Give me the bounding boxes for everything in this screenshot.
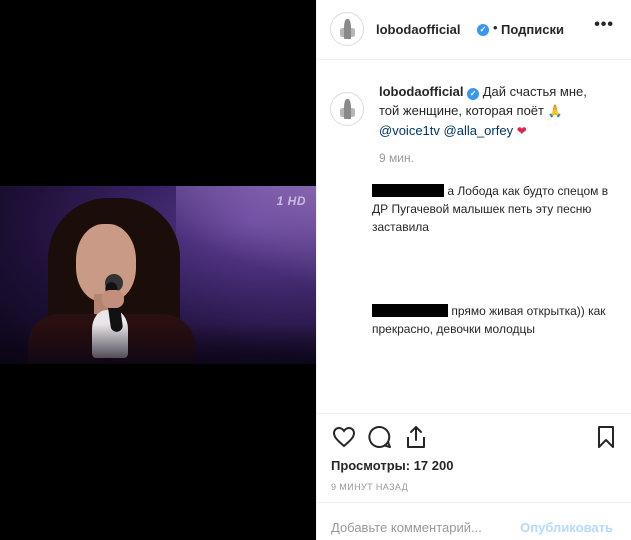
stage-floor [0, 324, 316, 364]
mention-voice1tv[interactable]: @voice1tv [379, 123, 440, 138]
comment-input[interactable]: Добавьте комментарий... [331, 520, 482, 535]
heart-icon[interactable] [331, 424, 357, 450]
post-header: lobodaofficial ✓ • Подписки ••• [317, 0, 631, 60]
separator-dot: • [493, 20, 498, 35]
views-count: Просмотры: 17 200 [331, 458, 454, 473]
bookmark-icon[interactable] [593, 424, 619, 450]
comment-1-author-redacted [372, 184, 444, 197]
pray-emoji-icon: 🙏 [547, 104, 563, 118]
caption-text: lobodaofficial ✓ Дай счастья мне, той же… [379, 82, 607, 141]
post-details-panel: lobodaofficial ✓ • Подписки ••• lobodaof… [316, 0, 631, 540]
publish-button[interactable]: Опубликовать [520, 520, 613, 535]
singer-hand [102, 290, 124, 308]
channel-logo: 1 HD [276, 194, 306, 208]
mention-alla-orfey[interactable]: @alla_orfey [444, 123, 514, 138]
caption-verified-icon: ✓ [467, 88, 480, 100]
header-username[interactable]: lobodaofficial [376, 22, 461, 37]
media-panel[interactable]: 1 HD [0, 0, 316, 540]
caption-timestamp[interactable]: 9 мин. [379, 151, 414, 165]
comment-1: а Лобода как будто спецом в ДР Пугачевой… [372, 182, 612, 236]
divider [317, 502, 631, 503]
following-button[interactable]: Подписки [501, 22, 564, 37]
more-options-icon[interactable]: ••• [594, 16, 614, 34]
post-time-ago[interactable]: 9 МИНУТ НАЗАД [331, 482, 408, 492]
heart-emoji-icon: ❤ [516, 124, 527, 138]
comment-2: прямо живая открытка)) как прекрасно, де… [372, 302, 612, 338]
share-icon[interactable] [403, 424, 429, 450]
instagram-post-window: 1 HD lobodaofficial ✓ • Подписки ••• lob… [0, 0, 631, 540]
caption-avatar[interactable] [330, 92, 364, 126]
caption-username[interactable]: lobodaofficial [379, 84, 464, 99]
video-frame[interactable]: 1 HD [0, 186, 316, 364]
avatar[interactable] [330, 12, 364, 46]
verified-badge-icon: ✓ [477, 24, 489, 36]
action-bar [317, 424, 631, 454]
comment-2-author-redacted [372, 304, 448, 317]
comment-icon[interactable] [367, 424, 393, 450]
divider [317, 413, 631, 414]
